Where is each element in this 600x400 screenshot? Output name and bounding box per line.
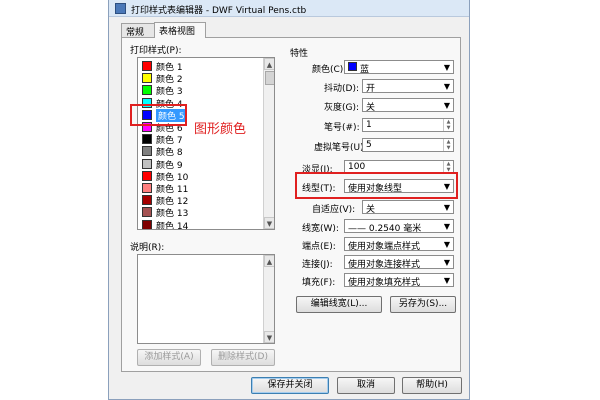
list-item-label: 颜色 13 <box>156 209 189 220</box>
adaptive-dropdown[interactable]: 关 ▼ <box>362 200 454 215</box>
linetype-highlight-box <box>295 172 458 199</box>
desc-scroll-up-icon[interactable]: ▲ <box>264 255 274 267</box>
list-item-label: 颜色 10 <box>156 172 189 183</box>
scroll-up-icon[interactable]: ▲ <box>264 58 274 70</box>
style-table-editor-window: 打印样式表编辑器 - DWF Virtual Pens.ctb 常规 表格视图 … <box>108 0 470 400</box>
joinstyle-label: 连接(J): <box>302 260 333 270</box>
styles-scrollbar[interactable]: ▲ ▼ <box>263 58 274 229</box>
stepper-arrows-icon[interactable]: ▲ ▼ <box>443 119 453 131</box>
list-item-label: 颜色 3 <box>156 87 183 98</box>
dither-label: 抖动(D): <box>324 84 359 94</box>
pen-number-stepper[interactable]: 1 ▲ ▼ <box>362 118 454 132</box>
list-item[interactable]: 颜色 9 <box>140 158 258 171</box>
description-box[interactable]: ▲ ▼ <box>137 254 275 344</box>
help-button[interactable]: 帮助(H) <box>402 377 462 394</box>
color-swatch-icon <box>142 85 152 96</box>
tab-table-view[interactable]: 表格视图 <box>154 22 206 38</box>
list-item-label: 颜色 7 <box>156 136 183 147</box>
app-icon <box>115 3 126 14</box>
stepper-arrows-icon[interactable]: ▲ ▼ <box>443 139 453 151</box>
list-item-label: 颜色 8 <box>156 148 183 159</box>
list-item[interactable]: 颜色 3 <box>140 84 258 98</box>
scroll-thumb[interactable] <box>265 71 274 85</box>
color-swatch-icon <box>142 219 152 229</box>
virtual-pen-stepper[interactable]: 5 ▲ ▼ <box>362 138 454 152</box>
color-swatch-icon <box>142 195 152 206</box>
color-swatch-icon <box>142 61 152 71</box>
list-item[interactable]: 颜色 10 <box>140 170 258 183</box>
grayscale-dropdown[interactable]: 关 ▼ <box>362 98 454 113</box>
list-item[interactable]: 颜色 8 <box>140 145 258 159</box>
list-item[interactable]: 颜色 11 <box>140 182 258 195</box>
cancel-button[interactable]: 取消 <box>337 377 395 394</box>
chevron-down-icon: ▼ <box>443 63 450 72</box>
color-swatch-icon <box>142 146 152 157</box>
fillstyle-label: 填充(F): <box>302 278 336 288</box>
adaptive-label: 自适应(V): <box>312 205 356 215</box>
list-item-label: 颜色 2 <box>156 75 183 86</box>
list-item-label: 颜色 14 <box>156 221 189 230</box>
print-styles-list[interactable]: 颜色 1 颜色 2 颜色 3 颜色 4 颜色 5 颜色 6 颜色 7 颜色 8 颜色 9 颜色 1… <box>137 57 275 230</box>
lineweight-label: 线宽(W): <box>302 224 339 234</box>
list-item[interactable]: 颜色 1 <box>140 60 258 73</box>
color-dropdown[interactable]: 蓝 ▼ <box>344 60 454 75</box>
list-item-label: 颜色 12 <box>156 197 189 208</box>
list-item[interactable]: 颜色 12 <box>140 194 258 208</box>
color-swatch-icon <box>142 207 152 218</box>
pen-number-label: 笔号(#): <box>324 123 360 133</box>
grayscale-label: 灰度(G): <box>324 103 360 113</box>
print-styles-label: 打印样式(P): <box>130 46 182 56</box>
color-swatch-icon <box>142 134 152 145</box>
endstyle-label: 端点(E): <box>302 242 336 252</box>
chevron-down-icon: ▼ <box>443 258 450 267</box>
chevron-down-icon: ▼ <box>443 101 450 110</box>
endstyle-dropdown[interactable]: 使用对象端点样式 ▼ <box>344 237 454 252</box>
save-and-close-button[interactable]: 保存并关闭 <box>251 377 329 394</box>
chevron-down-icon: ▼ <box>443 82 450 91</box>
description-label: 说明(R): <box>130 243 165 253</box>
chevron-down-icon: ▼ <box>443 240 450 249</box>
color-swatch-icon <box>142 183 152 193</box>
list-item[interactable]: 颜色 2 <box>140 72 258 86</box>
description-scrollbar[interactable]: ▲ ▼ <box>263 255 274 343</box>
color5-highlight-box <box>130 104 187 126</box>
chevron-down-icon: ▼ <box>443 203 450 212</box>
add-style-button[interactable]: 添加样式(A) <box>137 349 201 366</box>
chevron-down-icon: ▼ <box>443 222 450 231</box>
edit-lineweights-button[interactable]: 编辑线宽(L)... <box>296 296 382 313</box>
list-item[interactable]: 颜色 13 <box>140 206 258 220</box>
chevron-down-icon: ▼ <box>443 276 450 285</box>
dither-dropdown[interactable]: 开 ▼ <box>362 79 454 94</box>
table-view-panel: 打印样式(P): 颜色 1 颜色 2 颜色 3 颜色 4 颜色 5 颜色 6 颜色 7 颜色 … <box>121 37 461 372</box>
color-swatch-icon <box>142 73 152 84</box>
color-label: 颜色(C): <box>312 65 347 75</box>
color-swatch <box>348 62 357 71</box>
window-title: 打印样式表编辑器 - DWF Virtual Pens.ctb <box>131 6 307 16</box>
color-swatch-icon <box>142 170 152 181</box>
fillstyle-dropdown[interactable]: 使用对象填充样式 ▼ <box>344 273 454 288</box>
delete-style-button[interactable]: 删除样式(D) <box>211 349 275 366</box>
list-item-label: 颜色 11 <box>156 185 189 195</box>
tab-general[interactable]: 常规 <box>121 23 155 38</box>
save-as-button[interactable]: 另存为(S)... <box>390 296 456 313</box>
scroll-down-icon[interactable]: ▼ <box>264 217 274 229</box>
annotation-text: 图形颜色 <box>194 122 247 137</box>
list-item[interactable]: 颜色 14 <box>140 219 258 230</box>
list-item-label: 颜色 1 <box>156 63 183 73</box>
color-swatch-icon <box>142 158 152 169</box>
desc-scroll-down-icon[interactable]: ▼ <box>264 331 274 343</box>
virtual-pen-label: 虚拟笔号(U): <box>314 143 367 153</box>
lineweight-dropdown[interactable]: —— 0.2540 毫米 ▼ <box>344 219 454 234</box>
title-bar: 打印样式表编辑器 - DWF Virtual Pens.ctb <box>109 0 469 17</box>
properties-group-label: 特性 <box>290 49 309 59</box>
list-item-label: 颜色 9 <box>156 160 183 171</box>
joinstyle-dropdown[interactable]: 使用对象连接样式 ▼ <box>344 255 454 270</box>
